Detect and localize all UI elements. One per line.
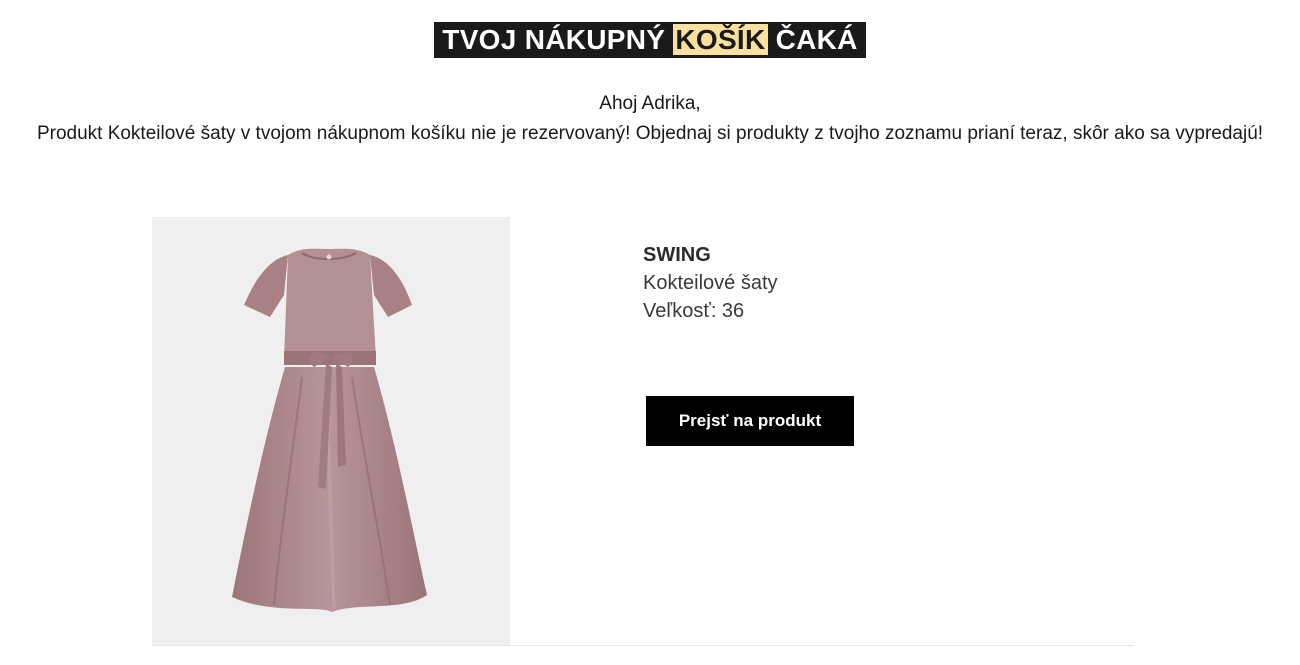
product-info: SWING Kokteilové šaty Veľkosť: 36 [643, 241, 1043, 325]
product-image[interactable] [152, 217, 510, 645]
dress-image-icon [232, 248, 427, 612]
headline-highlight: KOŠÍK [673, 24, 768, 55]
go-to-product-button[interactable]: Prejsť na produkt [646, 396, 854, 446]
headline-text-start: TVOJ NÁKUPNÝ [442, 24, 674, 55]
message-body: Produkt Kokteilové šaty v tvojom nákupno… [36, 123, 1264, 144]
product-brand: SWING [643, 244, 711, 266]
product-size: Veľkosť: 36 [643, 300, 745, 322]
email-page: TVOJ NÁKUPNÝ KOŠÍK ČAKÁ Ahoj Adrika, Pro… [0, 0, 1300, 665]
headline: TVOJ NÁKUPNÝ KOŠÍK ČAKÁ [0, 22, 1300, 58]
product-card: SWING Kokteilové šaty Veľkosť: 36 Prejsť… [152, 217, 1134, 646]
headline-text-end: ČAKÁ [767, 24, 858, 55]
headline-banner: TVOJ NÁKUPNÝ KOŠÍK ČAKÁ [434, 22, 866, 58]
greeting: Ahoj Adrika, [599, 93, 701, 114]
product-name: Kokteilové šaty [643, 272, 778, 294]
